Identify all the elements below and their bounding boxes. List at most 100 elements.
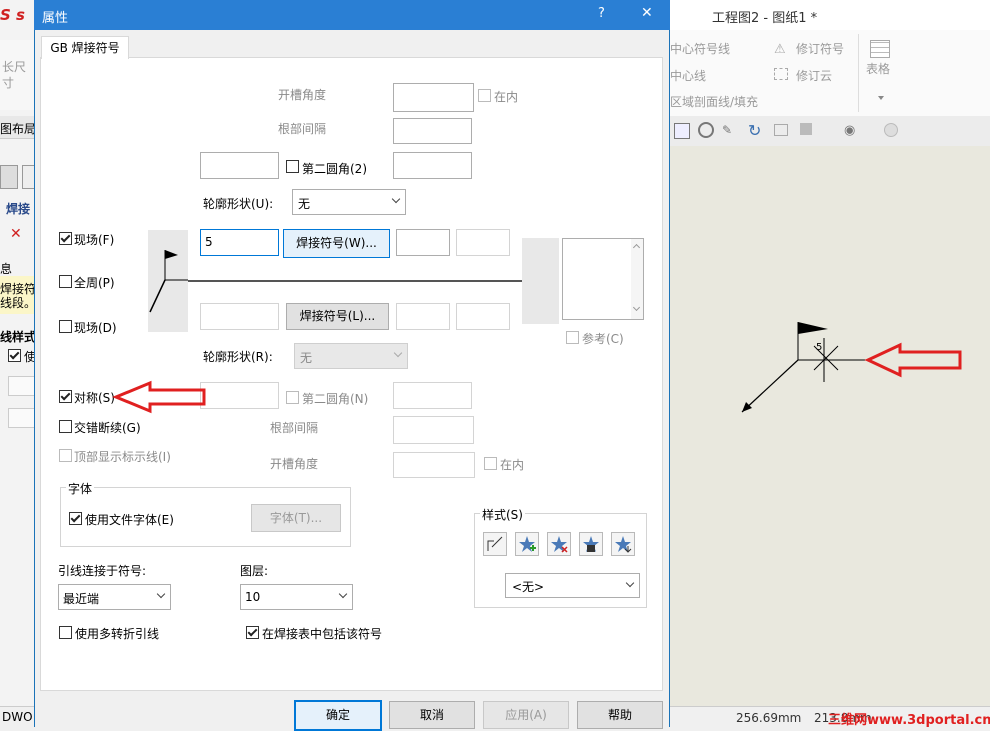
- chevron-down-icon: [393, 348, 403, 358]
- style-load-icon[interactable]: [611, 532, 635, 556]
- ok-button[interactable]: 确定: [294, 700, 382, 731]
- left-status-text: DWO: [2, 710, 33, 724]
- style-save-icon[interactable]: [579, 532, 603, 556]
- leader-anchor-value: 最近端: [63, 592, 100, 606]
- appearance-icon[interactable]: [884, 123, 898, 137]
- tab-gb-weld-symbol[interactable]: GB 焊接符号: [41, 36, 129, 59]
- ribbon-revision-symbol[interactable]: 修订符号: [796, 40, 844, 57]
- top-show-label: 顶部显示标示线(I): [74, 450, 171, 464]
- table-icon[interactable]: [870, 40, 890, 58]
- upper-size-value: 5: [205, 235, 213, 249]
- upper-pitch-input[interactable]: [456, 229, 510, 256]
- leader-anchor-label: 引线连接于符号:: [58, 564, 147, 578]
- line-style-select[interactable]: [8, 376, 36, 396]
- close-icon[interactable]: ✕: [10, 226, 22, 242]
- field-lower-label: 现场(D): [74, 321, 117, 335]
- ribbon-area-hatch[interactable]: 区域剖面线/填充: [670, 93, 758, 110]
- lower-root-gap-input[interactable]: [393, 416, 474, 444]
- close-icon[interactable]: ✕: [641, 5, 653, 21]
- all-around-label: 全周(P): [74, 276, 115, 290]
- help-icon[interactable]: ?: [598, 6, 605, 21]
- lower-left-input[interactable]: [200, 382, 279, 409]
- app-titlebar: 工程图2 - 图纸1 *: [668, 0, 990, 30]
- lower-inside-checkbox[interactable]: [484, 457, 497, 470]
- staggered-checkbox[interactable]: [59, 420, 72, 433]
- lower-weld-symbol-button[interactable]: 焊接符号(L)...: [286, 303, 389, 330]
- zoom-area-icon[interactable]: [698, 122, 714, 138]
- pan-icon[interactable]: ✎: [722, 123, 736, 137]
- ribbon-centerline[interactable]: 中心线: [670, 67, 706, 84]
- upper-left-input[interactable]: [200, 152, 279, 179]
- revision-cloud-icon: [774, 68, 788, 80]
- ribbon-revision-cloud[interactable]: 修订云: [796, 67, 832, 84]
- drawing-canvas[interactable]: 5: [668, 146, 990, 706]
- dialog-titlebar[interactable]: 属性 ? ✕: [34, 0, 670, 30]
- feature-tree-tab-icon[interactable]: [0, 165, 18, 189]
- style-add-icon[interactable]: [515, 532, 539, 556]
- dialog-title: 属性: [42, 11, 69, 26]
- lower-length-input[interactable]: [396, 303, 450, 330]
- lower-second-fillet-checkbox[interactable]: [286, 391, 299, 404]
- tab-sheet-layout[interactable]: 图布局: [0, 120, 36, 137]
- ribbon-center-mark[interactable]: 中心符号线: [670, 40, 730, 57]
- cancel-button[interactable]: 取消: [389, 701, 475, 729]
- chevron-down-icon: [391, 194, 401, 204]
- lower-second-fillet-label: 第二圆角(N): [302, 392, 369, 406]
- upper-length-input[interactable]: [396, 229, 450, 256]
- hide-show-icon[interactable]: ◉: [844, 123, 855, 138]
- leader-anchor-select[interactable]: 最近端: [58, 584, 171, 610]
- upper-contour-select[interactable]: 无: [292, 189, 406, 215]
- weld-size-text: 5: [816, 342, 823, 353]
- upper-root-gap-input[interactable]: [393, 118, 472, 144]
- top-show-checkbox[interactable]: [59, 449, 72, 462]
- font-button[interactable]: 字体(T)...: [251, 504, 341, 532]
- field-upper-checkbox[interactable]: [59, 232, 72, 245]
- upper-right-input[interactable]: [393, 152, 472, 179]
- style-update-icon[interactable]: [483, 532, 507, 556]
- use-checkbox[interactable]: [8, 349, 21, 362]
- upper-groove-angle-input[interactable]: [393, 83, 474, 112]
- chevron-down-icon[interactable]: [878, 96, 884, 100]
- reference-checkbox[interactable]: [566, 331, 579, 344]
- warning-icon: ⚠: [774, 42, 786, 57]
- status-x-coord: 256.69mm: [736, 711, 802, 725]
- lower-inside-label: 在内: [500, 458, 525, 472]
- scrollbar[interactable]: [631, 239, 643, 319]
- multi-jog-leader-checkbox[interactable]: [59, 626, 72, 639]
- help-button[interactable]: 帮助: [577, 701, 663, 729]
- upper-weld-symbol-button[interactable]: 焊接符号(W)...: [283, 229, 390, 258]
- upper-inside-checkbox[interactable]: [478, 89, 491, 102]
- lower-contour-select[interactable]: 无: [294, 343, 408, 369]
- status-bar: 256.69mm 213.8mm 三维网www.3dportal.cn: [668, 706, 990, 728]
- layer-select[interactable]: 10: [240, 584, 353, 610]
- tail-reference-textbox[interactable]: [562, 238, 644, 320]
- line-weight-select[interactable]: [8, 408, 36, 428]
- leader-preview-icon: [149, 250, 188, 313]
- lower-groove-angle-input[interactable]: [393, 452, 475, 478]
- chevron-down-icon: [156, 589, 166, 599]
- tail-preview: [522, 238, 559, 324]
- upper-second-fillet-checkbox[interactable]: [286, 160, 299, 173]
- style-delete-icon[interactable]: [547, 532, 571, 556]
- rotate-icon[interactable]: ↻: [748, 121, 761, 140]
- ribbon-table[interactable]: 表格: [866, 60, 890, 77]
- all-around-checkbox[interactable]: [59, 275, 72, 288]
- chevron-down-icon: [338, 589, 348, 599]
- lower-pitch-input[interactable]: [456, 303, 510, 330]
- upper-size-input[interactable]: 5: [200, 229, 279, 256]
- upper-root-gap-label: 根部间隔: [278, 122, 327, 136]
- field-upper-label: 现场(F): [74, 233, 115, 247]
- view-orientation-icon[interactable]: [774, 124, 788, 136]
- use-doc-font-checkbox[interactable]: [69, 512, 82, 525]
- lower-right-input[interactable]: [393, 382, 472, 409]
- display-style-icon[interactable]: [800, 123, 812, 135]
- symmetric-checkbox[interactable]: [59, 390, 72, 403]
- zoom-fit-icon[interactable]: [674, 123, 690, 139]
- apply-button[interactable]: 应用(A): [483, 701, 569, 729]
- include-in-table-checkbox[interactable]: [246, 626, 259, 639]
- lower-size-input[interactable]: [200, 303, 279, 330]
- font-group-title: 字体: [66, 480, 95, 497]
- layer-value: 10: [245, 590, 261, 604]
- field-lower-checkbox[interactable]: [59, 320, 72, 333]
- style-select[interactable]: <无>: [505, 573, 640, 598]
